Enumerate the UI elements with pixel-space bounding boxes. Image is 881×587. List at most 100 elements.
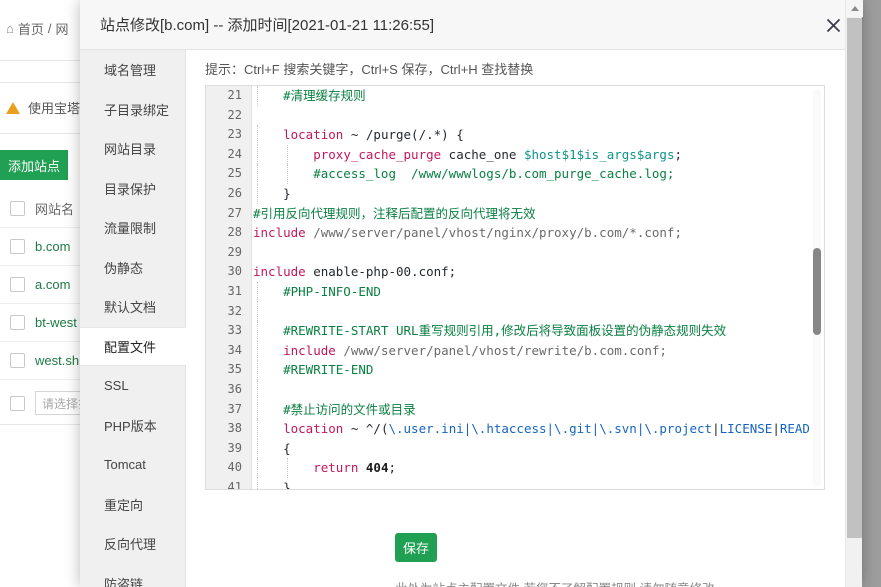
modal-content-panel: 提示：Ctrl+F 搜索关键字，Ctrl+S 保存，Ctrl+H 查找替换 21… <box>187 50 862 587</box>
editor-code-area[interactable]: #清理缓存规则 location ~ /purge(/.*) { proxy_c… <box>253 86 810 489</box>
scroll-up-arrow-icon[interactable] <box>846 0 863 17</box>
save-button[interactable]: 保存 <box>395 533 437 562</box>
close-icon[interactable] <box>820 12 846 38</box>
config-file-editor[interactable]: 21 22 23 24 25 26 27 28 29 30 31 32 33 34 35 36 37 38 39 40… <box>205 85 825 490</box>
menu-item-directory-protection[interactable]: 目录保护 <box>80 169 185 209</box>
code-token: \.user.ini|\.htaccess|\.git|\.svn|\.proj… <box>388 421 713 437</box>
row-checkbox[interactable] <box>10 277 25 292</box>
select-all-checkbox[interactable] <box>10 201 25 216</box>
line-number: 30 <box>227 264 242 279</box>
menu-item-label: 网站目录 <box>104 142 157 158</box>
menu-item-config-file[interactable]: 配置文件 <box>80 326 186 366</box>
indent-guide <box>257 399 258 420</box>
code-line[interactable]: #清理缓存规则 <box>253 86 810 106</box>
menu-item-redirect[interactable]: 重定向 <box>80 485 185 525</box>
menu-item-domain-management[interactable]: 域名管理 <box>80 50 185 90</box>
code-line[interactable]: include /www/server/panel/vhost/nginx/pr… <box>253 223 810 243</box>
breadcrumb-separator: / <box>47 20 52 36</box>
line-number: 33 <box>227 323 242 338</box>
row-checkbox[interactable] <box>10 239 25 254</box>
menu-item-anti-leech[interactable]: 防盗链 <box>80 564 185 587</box>
code-line[interactable]: #REWRITE-START URL重写规则引用,修改后将导致面板设置的伪静态规… <box>253 321 810 341</box>
code-token: } <box>253 479 291 489</box>
code-line[interactable]: #access_log /www/wwwlogs/b.com_purge_cac… <box>253 164 810 184</box>
menu-item-label: 重定向 <box>104 497 144 513</box>
indent-guide <box>257 379 258 400</box>
code-line[interactable]: include enable-php-00.conf; <box>253 262 810 282</box>
line-number: 22 <box>227 107 242 122</box>
add-site-button[interactable]: 添加站点 <box>0 150 68 180</box>
code-line[interactable]: location ~ ^/(\.user.ini|\.htaccess|\.gi… <box>253 419 810 439</box>
menu-item-tomcat[interactable]: Tomcat <box>80 445 185 485</box>
editor-scrollbar-thumb[interactable] <box>813 247 821 336</box>
menu-item-pseudo-static[interactable]: 伪静态 <box>80 248 185 288</box>
code-line[interactable]: #REWRITE-END <box>253 360 810 380</box>
menu-item-default-document[interactable]: 默认文档 <box>80 287 185 327</box>
code-line[interactable]: proxy_cache_purge cache_one $host$1$is_a… <box>253 144 810 165</box>
site-name-link[interactable]: bt-west <box>35 315 77 330</box>
code-line[interactable] <box>253 379 810 400</box>
column-header-site-name: 网站名 <box>35 202 75 217</box>
indent-guide <box>257 281 258 302</box>
code-line[interactable]: #禁止访问的文件或目录 <box>253 399 810 420</box>
site-name-link[interactable]: west.sh <box>35 353 79 368</box>
editor-scrollbar-track[interactable] <box>813 89 821 486</box>
code-token: { <box>253 440 291 456</box>
menu-item-site-directory[interactable]: 网站目录 <box>80 129 185 169</box>
code-token: enable-php-00.conf; <box>305 264 457 280</box>
menu-item-reverse-proxy[interactable]: 反向代理 <box>80 524 185 564</box>
modal-body: 域名管理 子目录绑定 网站目录 目录保护 流量限制 伪静态 默认文档 配置文件 … <box>80 50 862 587</box>
code-line[interactable]: #PHP-INFO-END <box>253 281 810 302</box>
indent-guide <box>257 301 258 322</box>
code-line[interactable]: { <box>253 438 810 459</box>
code-line[interactable]: return 404; <box>253 458 810 478</box>
menu-item-label: 防盗链 <box>104 576 144 587</box>
warning-triangle-icon <box>6 101 20 114</box>
code-line[interactable] <box>253 106 810 126</box>
code-token: #access_log /www/wwwlogs/b.com_purge_cac… <box>253 166 675 182</box>
code-line[interactable]: location ~ /purge(/.*) { <box>253 125 810 145</box>
row-checkbox[interactable] <box>10 395 25 411</box>
site-name-link[interactable]: a.com <box>35 277 70 292</box>
site-name-link[interactable]: b.com <box>35 239 70 254</box>
row-checkbox[interactable] <box>10 353 25 368</box>
modal-scrollbar-thumb[interactable] <box>847 18 862 538</box>
indent-guide <box>287 458 288 478</box>
modal-title: 站点修改[b.com] -- 添加时间[2021-01-21 11:26:55] <box>100 17 435 34</box>
menu-item-label: 流量限制 <box>104 221 157 237</box>
code-line[interactable]: include /www/server/panel/vhost/rewrite/… <box>253 340 810 361</box>
line-number: 41 <box>227 479 242 490</box>
menu-item-label: PHP版本 <box>104 418 157 434</box>
indent-guide <box>287 144 288 165</box>
line-number: 35 <box>227 362 242 377</box>
modal-scrollbar-track[interactable] <box>845 0 863 587</box>
code-token: location <box>283 127 344 143</box>
code-line[interactable] <box>253 301 810 322</box>
code-token: README.md <box>779 421 810 437</box>
code-line[interactable]: } <box>253 477 810 489</box>
menu-item-subdirectory-binding[interactable]: 子目录绑定 <box>80 90 185 130</box>
menu-item-ssl[interactable]: SSL <box>80 366 185 406</box>
menu-item-label: 伪静态 <box>104 260 144 276</box>
line-number: 32 <box>227 303 242 318</box>
breadcrumb-next[interactable]: 网 <box>56 19 69 38</box>
breadcrumb-home[interactable]: 首页 <box>18 19 44 38</box>
menu-item-traffic-limit[interactable]: 流量限制 <box>80 208 185 248</box>
code-token: #PHP-INFO-END <box>253 283 381 299</box>
code-token: #禁止访问的文件或目录 <box>253 401 416 417</box>
code-line[interactable] <box>253 243 810 263</box>
menu-item-php-version[interactable]: PHP版本 <box>80 406 185 446</box>
menu-item-label: 反向代理 <box>104 537 157 553</box>
code-line[interactable]: } <box>253 183 810 204</box>
code-line[interactable]: #引用反向代理规则，注释后配置的反向代理将无效 <box>253 204 810 224</box>
line-number: 31 <box>227 283 242 298</box>
indent-guide <box>257 86 258 106</box>
code-token: cache_one <box>441 146 524 162</box>
page-background-right <box>862 0 881 587</box>
code-token: ; <box>674 146 682 162</box>
indent-guide <box>257 419 258 439</box>
indent-guide <box>257 164 258 184</box>
row-checkbox[interactable] <box>10 315 25 330</box>
